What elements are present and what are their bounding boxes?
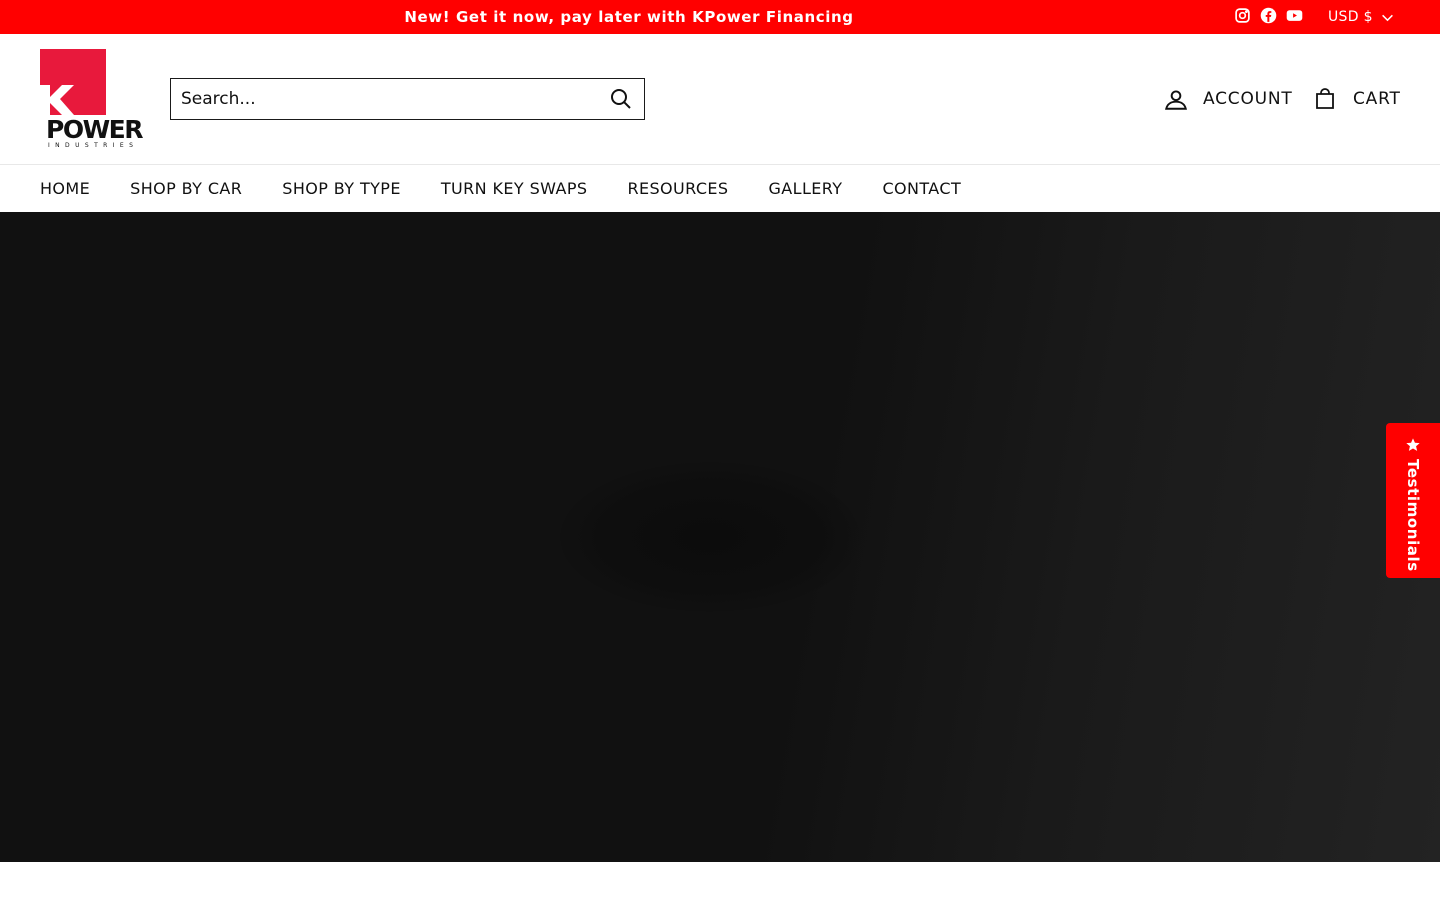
hero-shadow <box>560 462 860 612</box>
youtube-icon[interactable] <box>1286 7 1303 24</box>
announcement-text[interactable]: New! Get it now, pay later with KPower F… <box>0 0 1258 34</box>
testimonials-label: Testimonials <box>1404 459 1422 572</box>
search-bar <box>170 78 645 120</box>
user-icon <box>1165 90 1187 110</box>
testimonials-tab[interactable]: Testimonials <box>1386 423 1440 578</box>
search-button[interactable] <box>598 79 644 119</box>
facebook-icon[interactable] <box>1260 7 1277 24</box>
logo-wordmark: POWER <box>46 115 143 144</box>
main-nav: HOME SHOP BY CAR SHOP BY TYPE TURN KEY S… <box>0 164 1440 212</box>
nav-item-home[interactable]: HOME <box>40 179 90 198</box>
nav-item-contact[interactable]: CONTACT <box>882 179 961 198</box>
cart-label: CART <box>1353 89 1401 109</box>
star-icon <box>1406 438 1420 451</box>
chevron-down-icon <box>1381 14 1393 21</box>
nav-item-resources[interactable]: RESOURCES <box>627 179 728 198</box>
nav-item-turn-key-swaps[interactable]: TURN KEY SWAPS <box>441 179 588 198</box>
cart-link[interactable]: CART <box>1313 84 1401 114</box>
search-icon <box>611 89 631 109</box>
account-label: ACCOUNT <box>1203 89 1293 109</box>
nav-item-shop-by-type[interactable]: SHOP BY TYPE <box>282 179 401 198</box>
shopping-bag-icon <box>1316 88 1334 109</box>
currency-selector[interactable]: USD $ <box>1328 0 1394 34</box>
site-logo[interactable]: POWER INDUSTRIES <box>40 49 143 150</box>
nav-item-shop-by-car[interactable]: SHOP BY CAR <box>130 179 242 198</box>
instagram-icon[interactable] <box>1234 7 1251 24</box>
logo-k-block <box>40 49 106 115</box>
search-input[interactable] <box>171 79 598 119</box>
announcement-bar: New! Get it now, pay later with KPower F… <box>0 0 1440 34</box>
account-link[interactable]: ACCOUNT <box>1163 84 1293 114</box>
hero-banner <box>0 212 1440 862</box>
nav-item-gallery[interactable]: GALLERY <box>768 179 842 198</box>
site-header: POWER INDUSTRIES ACCOUNT CART <box>0 34 1440 164</box>
logo-subtitle: INDUSTRIES <box>48 142 139 149</box>
currency-value: USD $ <box>1328 9 1373 25</box>
